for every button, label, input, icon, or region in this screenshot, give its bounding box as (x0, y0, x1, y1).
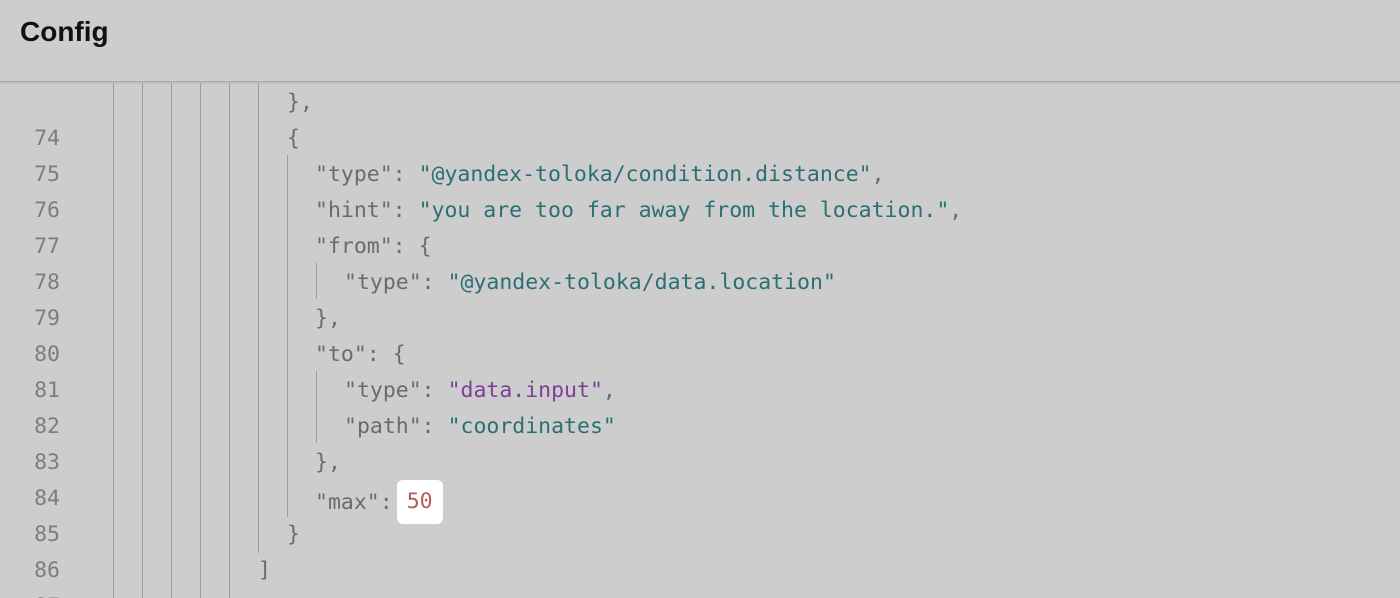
json-key: "type" (315, 162, 393, 187)
code-line: 76 "type": "@yandex-toloka/condition.dis… (0, 157, 1400, 223)
code-line: 81 "to": { (0, 337, 1400, 403)
code-line: 79 "type": "@yandex-toloka/data.location… (0, 265, 1400, 331)
json-string: "data.input" (447, 378, 603, 403)
code-line: 87 ] (0, 553, 1400, 598)
code-text: "from": { (315, 229, 432, 265)
code-line: 85 "max": 50 (0, 480, 1400, 547)
json-colon: : (421, 270, 448, 295)
code-line: 82 "type": "data.input", (0, 373, 1400, 439)
json-string: "coordinates" (447, 414, 616, 439)
code-text: "hint": "you are too far away from the l… (315, 193, 962, 229)
json-key: "type" (344, 270, 422, 295)
json-punct: { (392, 342, 406, 367)
header: Config (0, 0, 1400, 82)
json-key: "hint" (315, 198, 393, 223)
code-text: { (287, 126, 300, 151)
json-key: "type" (344, 378, 422, 403)
json-key: "max" (315, 490, 380, 515)
page-title: Config (20, 16, 109, 47)
json-key: "from" (315, 234, 393, 259)
code-line: 84 }, (0, 445, 1400, 511)
json-punct: , (949, 198, 963, 223)
code-line: 77 "hint": "you are too far away from th… (0, 193, 1400, 259)
code-text: }, (315, 306, 341, 331)
code-line: 80 }, (0, 301, 1400, 367)
json-colon: : (379, 490, 393, 515)
line-number: 87 (0, 589, 60, 598)
json-string: "you are too far away from the location.… (418, 198, 950, 223)
code-text: "type": "@yandex-toloka/data.location" (344, 265, 836, 301)
json-key: "to" (315, 342, 367, 367)
json-colon: : (421, 378, 448, 403)
code-text: ] (258, 558, 271, 583)
code-text: }, (287, 90, 313, 115)
code-line: 75 { (0, 121, 1400, 187)
json-string: "@yandex-toloka/condition.distance" (418, 162, 872, 187)
code-line: 86 } (0, 517, 1400, 583)
json-colon: : (392, 234, 419, 259)
json-colon: : (392, 198, 419, 223)
code-text: "type": "data.input", (344, 373, 616, 409)
json-punct: , (602, 378, 616, 403)
json-punct: { (418, 234, 432, 259)
code-text: } (287, 522, 300, 547)
json-string: "@yandex-toloka/data.location" (447, 270, 836, 295)
json-key: "path" (344, 414, 422, 439)
code-line: 78 "from": { (0, 229, 1400, 295)
code-line: 74 }, (0, 85, 1400, 151)
json-colon: : (421, 414, 448, 439)
json-punct: , (871, 162, 885, 187)
code-line: 83 "path": "coordinates" (0, 409, 1400, 475)
code-text: }, (315, 450, 341, 475)
json-colon: : (392, 162, 419, 187)
json-colon: : (366, 342, 393, 367)
code-text: "path": "coordinates" (344, 409, 616, 445)
code-text: "to": { (315, 337, 406, 373)
code-editor[interactable]: 74 }, 75 { 76 "type": "@yandex-toloka/co… (0, 83, 1400, 598)
code-text: "type": "@yandex-toloka/condition.distan… (315, 157, 885, 193)
